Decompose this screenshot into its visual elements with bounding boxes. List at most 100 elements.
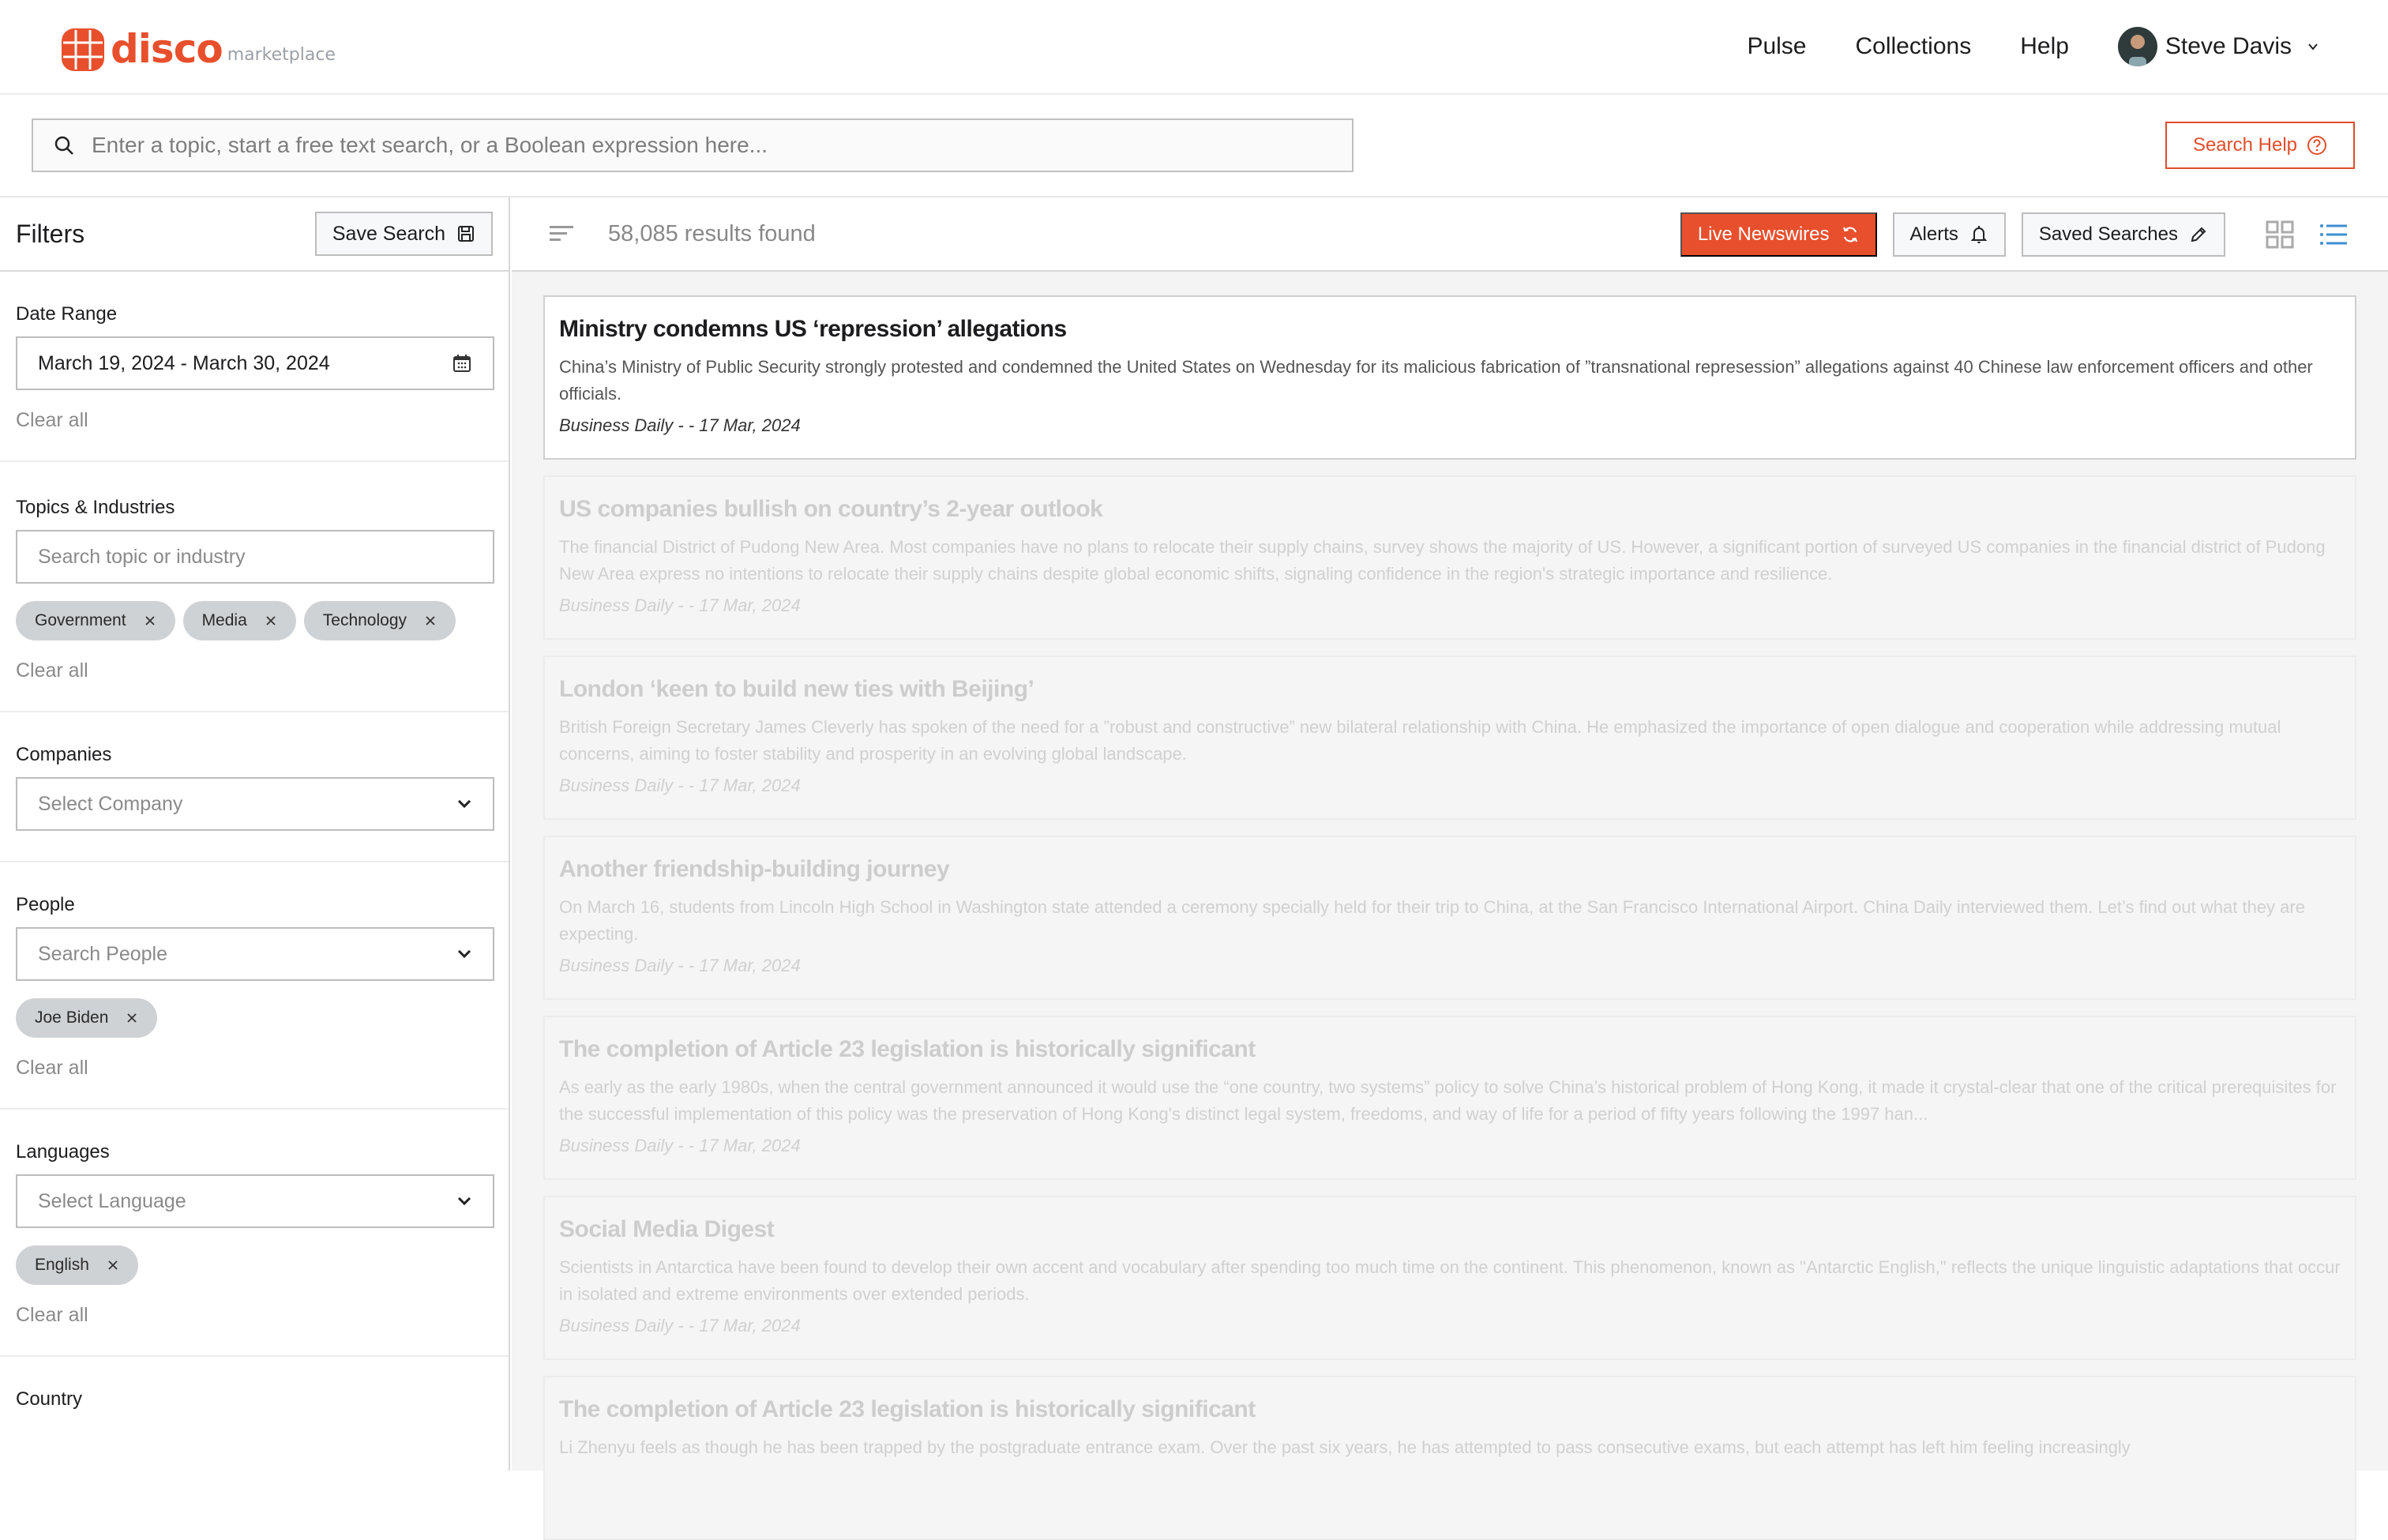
article-title[interactable]: Another friendship-building journey xyxy=(559,856,2341,883)
top-navigation: disco marketplace Pulse Collections Help… xyxy=(0,0,2388,95)
article-card[interactable]: Another friendship-building journey On M… xyxy=(543,836,2356,1000)
chip-technology: Technology xyxy=(303,601,456,640)
filter-languages: Languages Select Language English Clear … xyxy=(0,1110,509,1357)
filter-country: Country xyxy=(0,1357,509,1450)
filter-companies: Companies Select Company xyxy=(0,712,509,862)
search-icon xyxy=(54,136,73,155)
sort-icon[interactable] xyxy=(548,222,575,246)
bell-icon xyxy=(1970,226,1988,243)
results-toolbar: 58,085 results found Live Newswires Aler… xyxy=(512,197,2388,272)
filter-topics: Topics & Industries Search topic or indu… xyxy=(0,462,509,712)
main-nav: Pulse Collections Help Steve Davis xyxy=(1747,27,2388,66)
article-title[interactable]: London ‘keen to build new ties with Beij… xyxy=(559,676,2341,703)
date-range-label: Date Range xyxy=(16,303,118,325)
results-area: 58,085 results found Live Newswires Aler… xyxy=(512,197,2388,1540)
user-menu[interactable]: Steve Davis xyxy=(2117,27,2319,66)
article-summary: The financial District of Pudong New Are… xyxy=(559,537,2326,584)
chip-label: English xyxy=(35,1256,89,1274)
close-icon[interactable] xyxy=(265,614,277,627)
companies-placeholder: Select Company xyxy=(38,792,183,815)
article-title[interactable]: US companies bullish on country’s 2-year… xyxy=(559,496,2341,523)
nav-help[interactable]: Help xyxy=(2020,33,2069,60)
live-newswires-button[interactable]: Live Newswires xyxy=(1680,212,1877,257)
alerts-label: Alerts xyxy=(1909,223,1958,245)
article-card[interactable]: US companies bullish on country’s 2-year… xyxy=(543,475,2356,640)
close-icon[interactable] xyxy=(126,1012,138,1024)
chip-label: Technology xyxy=(322,611,407,629)
clear-all-topics[interactable]: Clear all xyxy=(16,659,88,682)
languages-select[interactable]: Select Language xyxy=(16,1174,494,1228)
filters-title: Filters xyxy=(16,219,85,248)
save-search-button[interactable]: Save Search xyxy=(314,212,493,256)
clear-all-date-range[interactable]: Clear all xyxy=(16,409,88,432)
article-card[interactable]: Ministry condemns US ‘repression’ allega… xyxy=(543,295,2356,460)
date-range-field[interactable]: March 19, 2024 - March 30, 2024 xyxy=(16,336,494,390)
companies-select[interactable]: Select Company xyxy=(16,777,494,831)
question-circle-icon xyxy=(2307,136,2327,155)
article-summary: Scientists in Antarctica have been found… xyxy=(559,1257,2341,1304)
chevron-down-icon xyxy=(457,949,471,959)
saved-searches-button[interactable]: Saved Searches xyxy=(2021,212,2225,257)
chip-label: Joe Biden xyxy=(35,1009,109,1027)
calendar-icon[interactable] xyxy=(452,353,472,374)
article-meta: Business Daily - - 17 Mar, 2024 xyxy=(559,1316,801,1335)
avatar xyxy=(2117,27,2157,66)
article-summary: British Foreign Secretary James Cleverly… xyxy=(559,717,2281,764)
logo-subtitle: marketplace xyxy=(227,45,336,65)
chip-english: English xyxy=(16,1245,138,1285)
save-disk-icon xyxy=(458,226,474,242)
article-card[interactable]: London ‘keen to build new ties with Beij… xyxy=(543,655,2356,820)
article-card[interactable]: The completion of Article 23 legislation… xyxy=(543,1016,2356,1180)
filter-date-range: Date Range March 19, 2024 - March 30, 20… xyxy=(0,272,509,462)
close-icon[interactable] xyxy=(107,1259,119,1271)
user-name: Steve Davis xyxy=(2165,33,2292,59)
nav-collections[interactable]: Collections xyxy=(1855,33,1971,60)
saved-searches-label: Saved Searches xyxy=(2038,223,2178,245)
article-meta: Business Daily - - 17 Mar, 2024 xyxy=(559,595,801,615)
save-search-label: Save Search xyxy=(332,222,445,245)
grid-view-icon[interactable] xyxy=(2265,220,2295,250)
topics-label: Topics & Industries xyxy=(16,497,175,518)
results-count: 58,085 results found xyxy=(608,220,816,246)
article-meta: Business Daily - - 17 Mar, 2024 xyxy=(559,1136,801,1155)
article-meta: Business Daily - - 17 Mar, 2024 xyxy=(559,776,801,795)
article-title[interactable]: Social Media Digest xyxy=(559,1216,2341,1243)
article-card[interactable]: The completion of Article 23 legislation… xyxy=(543,1376,2356,1540)
list-view-icon[interactable] xyxy=(2319,220,2349,250)
chip-label: Media xyxy=(201,611,247,629)
disco-logo-icon xyxy=(62,28,104,71)
refresh-icon xyxy=(1842,227,1857,242)
toolbar-actions: Live Newswires Alerts Saved Searches xyxy=(1680,197,2388,272)
chip-government: Government xyxy=(16,601,175,640)
search-help-label: Search Help xyxy=(2192,134,2298,156)
chip-media: Media xyxy=(182,601,296,640)
article-card[interactable]: Social Media Digest Scientists in Antarc… xyxy=(543,1196,2356,1360)
topics-search-field[interactable]: Search topic or industry xyxy=(16,530,494,584)
article-meta: Business Daily - - 17 Mar, 2024 xyxy=(559,415,801,435)
clear-all-languages[interactable]: Clear all xyxy=(16,1304,88,1327)
search-help-button[interactable]: Search Help xyxy=(2165,122,2355,169)
country-label: Country xyxy=(16,1388,83,1410)
logo-wordmark: disco xyxy=(111,26,223,72)
disco-logo[interactable]: disco marketplace xyxy=(62,24,336,71)
chip-joe-biden: Joe Biden xyxy=(16,998,158,1038)
clear-all-people[interactable]: Clear all xyxy=(16,1057,88,1080)
chevron-down-icon xyxy=(2308,43,2318,51)
pencil-icon xyxy=(2191,227,2206,242)
search-input[interactable] xyxy=(92,133,1276,158)
article-title[interactable]: The completion of Article 23 legislation… xyxy=(559,1036,2341,1063)
article-title[interactable]: The completion of Article 23 legislation… xyxy=(559,1396,2341,1423)
chevron-down-icon xyxy=(457,1196,471,1206)
article-summary: As early as the early 1980s, when the ce… xyxy=(559,1077,2337,1124)
article-title[interactable]: Ministry condemns US ‘repression’ allega… xyxy=(559,316,2341,343)
alerts-button[interactable]: Alerts xyxy=(1892,212,2006,257)
people-label: People xyxy=(16,894,75,915)
people-select[interactable]: Search People xyxy=(16,927,494,981)
live-newswires-label: Live Newswires xyxy=(1697,223,1830,245)
close-icon[interactable] xyxy=(424,614,437,627)
article-list: Ministry condemns US ‘repression’ allega… xyxy=(512,272,2388,1540)
languages-placeholder: Select Language xyxy=(38,1189,186,1212)
people-chips: Joe Biden xyxy=(16,998,493,1038)
close-icon[interactable] xyxy=(144,614,156,627)
nav-pulse[interactable]: Pulse xyxy=(1747,33,1806,60)
